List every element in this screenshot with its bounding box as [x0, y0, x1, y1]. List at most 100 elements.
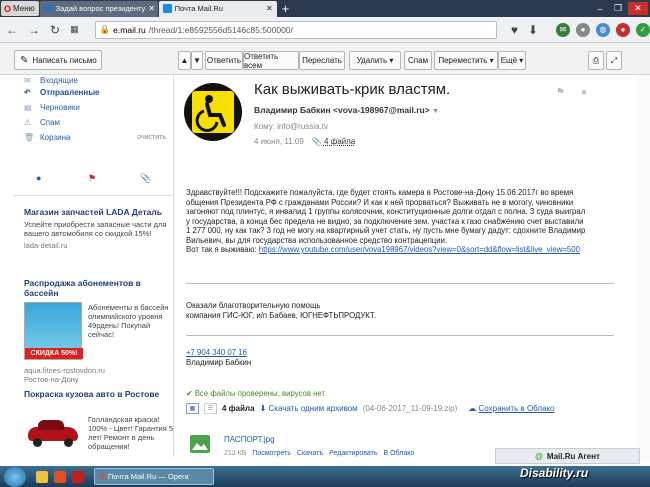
- forward-arrow-icon[interactable]: →: [28, 23, 40, 37]
- reload-icon[interactable]: ↻: [50, 23, 60, 37]
- spam-button[interactable]: Спам: [404, 51, 432, 70]
- body-line: Здравствуйте!!! Подскажите пожалуйста, г…: [186, 188, 574, 197]
- close-icon[interactable]: ✕: [148, 4, 155, 13]
- view-file-link[interactable]: Посмотреть: [252, 450, 291, 457]
- message-date: 4 июня, 11:09: [254, 137, 304, 146]
- attachment-clip-icon[interactable]: 📎: [140, 173, 151, 184]
- cloud-icon: ☁: [468, 404, 477, 413]
- tab-ask-president[interactable]: Задай вопрос президенту ✕: [39, 0, 158, 17]
- download-file-link[interactable]: Скачать: [297, 450, 323, 457]
- start-button[interactable]: [4, 466, 26, 487]
- agent-icon: @: [535, 451, 543, 461]
- ad-pool[interactable]: Распродажа абонементов в бассейн СКИДКА …: [24, 278, 174, 384]
- minimize-icon[interactable]: –: [592, 2, 608, 15]
- chevron-down-icon[interactable]: ▼: [432, 108, 439, 115]
- folder-icon[interactable]: [36, 470, 48, 483]
- message-meta: 4 июня, 11:09 📎 4 файла: [254, 137, 355, 146]
- opera-menu-button[interactable]: O Меню: [1, 1, 39, 16]
- body-line: у государства, а конца бес предела не ви…: [186, 216, 584, 226]
- task-title: Почта Mail.Ru — Opera: [107, 472, 189, 481]
- globe-icon[interactable]: ◍: [596, 22, 610, 37]
- divider: [186, 335, 614, 336]
- url-field[interactable]: 🔒 e.mail.ru/thread/1:e8592556d5146c85:50…: [94, 20, 497, 39]
- body-prefix: Вот так я выживаю:: [186, 245, 259, 254]
- body-line: общения Президента РФ с гражданами Росси…: [186, 197, 574, 207]
- attachment-file[interactable]: ПАСПОРТ.jpg 213 КБ Посмотреть Скачать Ре…: [186, 433, 486, 463]
- sidebar-item-inbox[interactable]: ✉ Входящие: [14, 75, 172, 85]
- compose-button[interactable]: ✎ Написать письмо: [14, 50, 102, 70]
- print-icon[interactable]: ⎙: [588, 51, 604, 70]
- edit-file-link[interactable]: Редактировать: [329, 450, 377, 457]
- more-label: Ещё: [500, 56, 518, 65]
- grid-view-icon[interactable]: ▦: [186, 403, 199, 414]
- url-path: /thread/1:e8592556d5146c85:500000/: [148, 24, 293, 35]
- sidebar-item-drafts[interactable]: ▤ Черновики: [14, 100, 172, 115]
- ad-lada[interactable]: Магазин запчастей LADA Деталь Успейте пр…: [24, 207, 174, 250]
- message-subject: Как выживать-крик властям.: [254, 81, 451, 98]
- move-button[interactable]: Переместить ▾: [434, 51, 498, 70]
- heart-bookmark-icon[interactable]: ♥: [511, 23, 518, 37]
- new-tab-plus-icon[interactable]: +: [282, 1, 290, 16]
- sidebar-item-trash[interactable]: 🗑 Корзина очистить: [14, 130, 172, 145]
- list-view-icon[interactable]: ☰: [204, 403, 217, 414]
- delete-button[interactable]: Удалить ▾: [349, 51, 401, 70]
- save-file-cloud-link[interactable]: В Облако: [384, 450, 415, 457]
- sidebar-divider: [173, 75, 174, 457]
- move-label: Переместить: [438, 56, 488, 65]
- extension-icons: ✉ ● ◍ ● ✓: [556, 22, 650, 37]
- sidebar: ✉ Входящие ↶ Отправленные ▤ Черновики ⚠ …: [14, 75, 174, 457]
- unread-dot-icon[interactable]: ●: [36, 173, 41, 183]
- vpn-icon[interactable]: ●: [576, 22, 590, 37]
- mail-agent-button[interactable]: @ Mail.Ru Агент: [495, 448, 640, 464]
- phone-link[interactable]: +7 904 340 07 16: [186, 348, 247, 357]
- sidebar-item-spam[interactable]: ⚠ Спам: [14, 115, 172, 130]
- youtube-link[interactable]: https://www.youtube.com/user/vova198967/…: [259, 245, 580, 254]
- empty-trash-link[interactable]: очистить: [137, 134, 172, 141]
- compose-label: Написать письмо: [32, 55, 97, 65]
- file-name[interactable]: ПАСПОРТ.jpg: [224, 435, 275, 444]
- more-button[interactable]: Ещё ▾: [498, 51, 526, 70]
- download-all-link[interactable]: ⬇ Скачать одним архивом: [260, 404, 358, 413]
- prev-message-button[interactable]: ▲: [178, 51, 191, 70]
- adblock-icon[interactable]: ●: [616, 22, 630, 37]
- next-message-button[interactable]: ▼: [191, 51, 203, 70]
- files-link[interactable]: 📎 4 файла: [312, 137, 356, 146]
- sender-avatar[interactable]: [184, 83, 242, 141]
- tab-mail-ru[interactable]: Почта Mail.Ru ✕: [158, 0, 277, 17]
- scrollbar[interactable]: [637, 75, 650, 460]
- body-line: загоняют под плинтус, я инвалид 1 группы…: [186, 207, 586, 216]
- ad-car-paint[interactable]: Покраска кузова авто в Ростове Голландск…: [24, 389, 174, 451]
- window-controls: – ❐ ✕: [592, 2, 650, 15]
- window-close-icon[interactable]: ✕: [628, 2, 648, 15]
- maximize-icon[interactable]: ❐: [610, 2, 626, 15]
- speed-dial-icon[interactable]: ▦: [70, 24, 79, 35]
- taskbar-opera-task[interactable]: O Почта Mail.Ru — Opera: [94, 468, 214, 485]
- close-icon[interactable]: ✕: [266, 4, 273, 13]
- agent-label: Mail.Ru Агент: [546, 451, 600, 461]
- inbox-icon: ✉: [24, 75, 31, 85]
- expand-icon[interactable]: ⤢: [606, 51, 622, 70]
- media-player-icon[interactable]: [54, 470, 66, 483]
- opera-icon[interactable]: [72, 470, 84, 483]
- download-arrow-icon[interactable]: ⬇: [528, 23, 538, 37]
- save-to-cloud-link[interactable]: ☁ Сохранить в Облако: [468, 404, 554, 413]
- pool-photo: СКИДКА 50%!: [24, 302, 83, 360]
- check-icon[interactable]: ✓: [636, 22, 650, 37]
- mail-notifier-icon[interactable]: ✉: [556, 22, 570, 37]
- delete-label: Удалить: [356, 56, 388, 65]
- message-view: Как выживать-крик властям. ⚑ ● Владимир …: [176, 75, 636, 460]
- flag-icon[interactable]: ⚑: [556, 87, 565, 98]
- sidebar-item-sent[interactable]: ↶ Отправленные: [14, 85, 172, 100]
- back-arrow-icon[interactable]: ←: [6, 23, 18, 37]
- reply-button[interactable]: Ответить: [205, 51, 243, 70]
- forward-button[interactable]: Переслать: [299, 51, 345, 70]
- reply-all-button[interactable]: Ответить всем: [243, 51, 299, 70]
- ad-title: Покраска кузова авто в Ростове: [24, 389, 160, 399]
- sender-line[interactable]: Владимир Бабкин <vova-198967@mail.ru> ▼: [254, 105, 439, 115]
- folder-label: Корзина: [40, 133, 71, 142]
- sig-line: Оказали благотворительную помощь: [186, 301, 321, 310]
- menu-label: Меню: [13, 4, 35, 13]
- unread-dot-icon[interactable]: ●: [581, 87, 587, 98]
- flag-icon[interactable]: ⚑: [88, 173, 96, 184]
- tab-title: Задай вопрос президенту: [55, 4, 146, 13]
